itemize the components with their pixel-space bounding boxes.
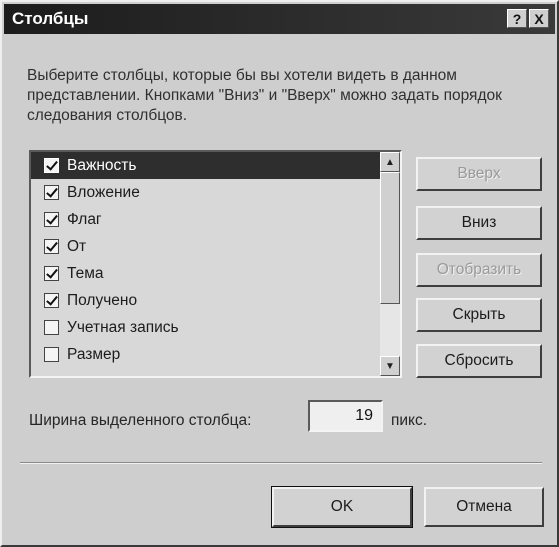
column-checkbox[interactable]: [44, 293, 59, 308]
list-item[interactable]: От: [31, 233, 380, 260]
ok-button[interactable]: OK: [271, 486, 413, 528]
column-checkbox[interactable]: [44, 158, 59, 173]
column-checkbox[interactable]: [44, 320, 59, 335]
column-checkbox[interactable]: [44, 185, 59, 200]
column-label: Размер: [67, 345, 121, 363]
reset-button[interactable]: Сбросить: [416, 344, 542, 378]
column-checkbox[interactable]: [44, 239, 59, 254]
help-button[interactable]: ?: [507, 9, 527, 28]
hide-button[interactable]: Скрыть: [416, 298, 542, 332]
list-item[interactable]: Вложение: [31, 179, 380, 206]
arrow-down-icon: ▼: [385, 360, 395, 372]
column-width-label: Ширина выделенного столбца:: [29, 412, 252, 429]
column-label: Важность: [67, 156, 137, 174]
list-item[interactable]: Важность: [31, 152, 380, 179]
scroll-up-button[interactable]: ▲: [380, 152, 400, 172]
arrow-up-icon: ▲: [385, 156, 395, 168]
list-item[interactable]: Учетная запись: [31, 314, 380, 341]
list-item[interactable]: Флаг: [31, 206, 380, 233]
show-button[interactable]: Отобразить: [416, 253, 542, 287]
scroll-down-button[interactable]: ▼: [380, 356, 400, 376]
move-up-button[interactable]: Вверх: [416, 157, 542, 191]
column-checkbox[interactable]: [44, 212, 59, 227]
columns-list-items: Важность Вложение Флаг От Тема Получено Учетна…: [31, 152, 380, 376]
dialog-title: Столбцы: [12, 9, 89, 28]
list-item[interactable]: Получено: [31, 287, 380, 314]
column-label: Тема: [67, 264, 104, 282]
move-down-button[interactable]: Вниз: [416, 206, 542, 240]
list-scrollbar[interactable]: ▲ ▼: [380, 152, 400, 376]
column-checkbox[interactable]: [44, 266, 59, 281]
column-width-input[interactable]: 19: [308, 400, 383, 432]
divider: [20, 462, 542, 464]
column-label: Флаг: [67, 210, 102, 228]
columns-dialog: Столбцы ? X Выберите столбцы, которые бы…: [0, 0, 559, 547]
scroll-thumb[interactable]: [380, 172, 400, 304]
column-width-unit: пикс.: [391, 412, 428, 429]
columns-list[interactable]: Важность Вложение Флаг От Тема Получено Учетна…: [29, 150, 402, 378]
column-label: Получено: [67, 291, 138, 309]
cancel-button[interactable]: Отмена: [424, 487, 544, 527]
close-button[interactable]: X: [529, 9, 549, 28]
title-bar[interactable]: Столбцы ? X: [4, 4, 555, 34]
column-label: Учетная запись: [67, 318, 179, 336]
column-label: Вложение: [67, 183, 140, 201]
list-item[interactable]: Размер: [31, 341, 380, 368]
column-checkbox[interactable]: [44, 347, 59, 362]
description-text: Выберите столбцы, которые бы вы хотели в…: [27, 67, 502, 124]
column-label: От: [67, 237, 87, 255]
list-item[interactable]: Тема: [31, 260, 380, 287]
